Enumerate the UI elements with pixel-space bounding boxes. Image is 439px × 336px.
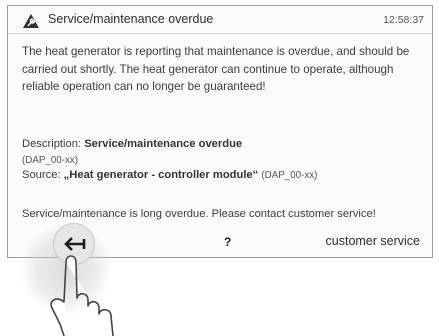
description-label: Description: [22,138,82,150]
source-line: Source: „Heat generator - controller mod… [22,168,426,184]
message-screen: Service/maintenance overdue 12:58:37 The… [7,5,433,258]
description-code: (DAP_00-xx) [22,154,79,166]
message-details: Description: Service/maintenance overdue… [22,137,426,184]
help-button[interactable]: ? [224,235,231,249]
message-header: Service/maintenance overdue 12:58:37 [8,6,432,34]
source-code: (DAP_00-xx) [261,170,318,181]
pointing-hand-icon [50,255,114,336]
description-value: Service/maintenance overdue [84,138,243,150]
description-line: Description: Service/maintenance overdue [22,137,426,153]
source-value: „Heat generator - controller module“ [63,169,259,181]
message-time: 12:58:37 [383,14,424,26]
overdue-note: Service/maintenance is long overdue. Ple… [22,208,376,220]
source-label: Source: [22,169,61,181]
message-body: The heat generator is reporting that mai… [22,45,410,93]
warning-icon [23,14,39,28]
customer-service-button[interactable]: customer service [326,234,420,248]
message-title: Service/maintenance overdue [48,12,214,26]
